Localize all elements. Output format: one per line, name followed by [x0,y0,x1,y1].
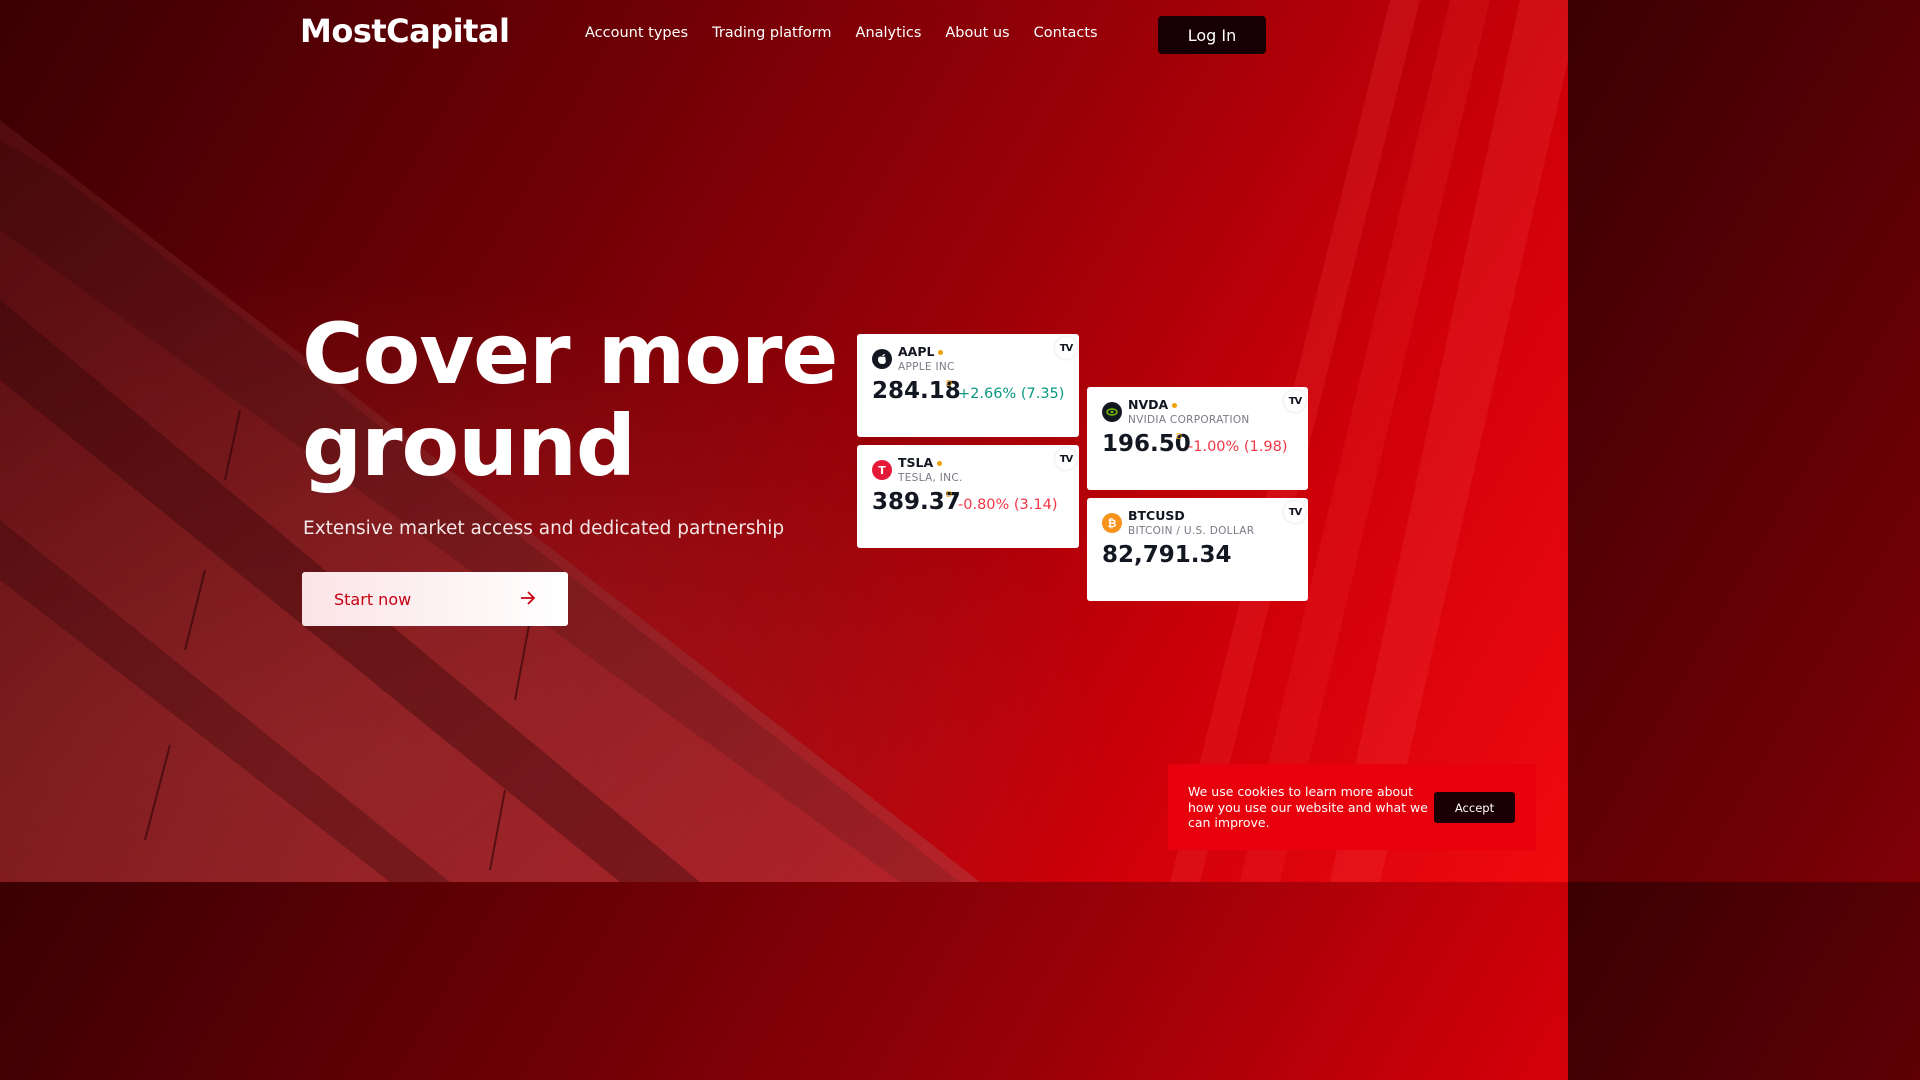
ticker-change: -0.80% (3.14) [958,497,1058,513]
market-status-dot [1172,403,1178,408]
ticker-name: NVIDIA CORPORATION [1128,414,1250,426]
start-now-button[interactable]: Start now [302,572,568,626]
nav-trading-platform[interactable]: Trading platform [712,25,831,41]
nav-analytics[interactable]: Analytics [856,25,922,41]
main-nav: Account types Trading platform Analytics… [585,25,1122,41]
login-button[interactable]: Log In [1158,16,1266,54]
nav-about-us[interactable]: About us [945,25,1009,41]
nav-contacts[interactable]: Contacts [1034,25,1098,41]
hero-title-line2: ground [302,397,636,495]
site-header: MostCapital Account types Trading platfo… [0,0,1568,70]
hero-title-line1: Cover more [302,305,838,403]
accept-cookies-button[interactable]: Accept [1434,792,1515,823]
start-now-label: Start now [334,589,412,609]
market-status-dot [937,461,943,466]
ticker-card-btcusd[interactable]: ₿ BTCUSD BITCOIN / U.S. DOLLAR 82,791.34… [1087,498,1308,601]
ticker-symbol: NVDA [1128,397,1169,412]
ticker-change: -1.00% (1.98) [1188,439,1288,455]
arrow-right-icon [520,589,536,610]
nvidia-icon [1102,402,1122,422]
tradingview-icon[interactable]: TV [1284,501,1306,523]
ticker-name: APPLE INC [898,361,955,373]
ticker-card-tsla[interactable]: T TSLA TESLA, INC. 389.37 D -0.80% (3.14… [857,445,1079,548]
cookie-text: We use cookies to learn more about how y… [1188,784,1428,830]
hero-subtitle: Extensive market access and dedicated pa… [303,518,785,539]
logo[interactable]: MostCapital [300,12,510,50]
apple-icon [872,349,892,369]
tradingview-icon[interactable]: TV [1284,390,1306,412]
ticker-flag: D [946,379,953,388]
ticker-symbol: TSLA [898,455,934,470]
ticker-flag: D [1176,432,1183,441]
tradingview-icon[interactable]: TV [1055,448,1077,470]
ticker-price: 82,791.34 [1102,542,1232,568]
nav-account-types[interactable]: Account types [585,25,688,41]
ticker-name: TESLA, INC. [898,472,963,484]
ticker-symbol: AAPL [898,344,935,359]
ticker-card-nvda[interactable]: NVDA NVIDIA CORPORATION 196.50 D -1.00% … [1087,387,1308,490]
ticker-card-aapl[interactable]: AAPL APPLE INC 284.18 D +2.66% (7.35) TV [857,334,1079,437]
market-status-dot [938,350,944,355]
tesla-icon: T [872,460,892,480]
ticker-flag: D [946,490,953,499]
ticker-symbol: BTCUSD [1128,508,1185,523]
ticker-change: +2.66% (7.35) [958,386,1065,402]
cookie-banner: We use cookies to learn more about how y… [1168,764,1536,850]
tradingview-icon[interactable]: TV [1055,337,1077,359]
hero-title: Cover more ground [302,308,862,492]
bitcoin-icon: ₿ [1102,513,1122,533]
ticker-name: BITCOIN / U.S. DOLLAR [1128,525,1255,537]
